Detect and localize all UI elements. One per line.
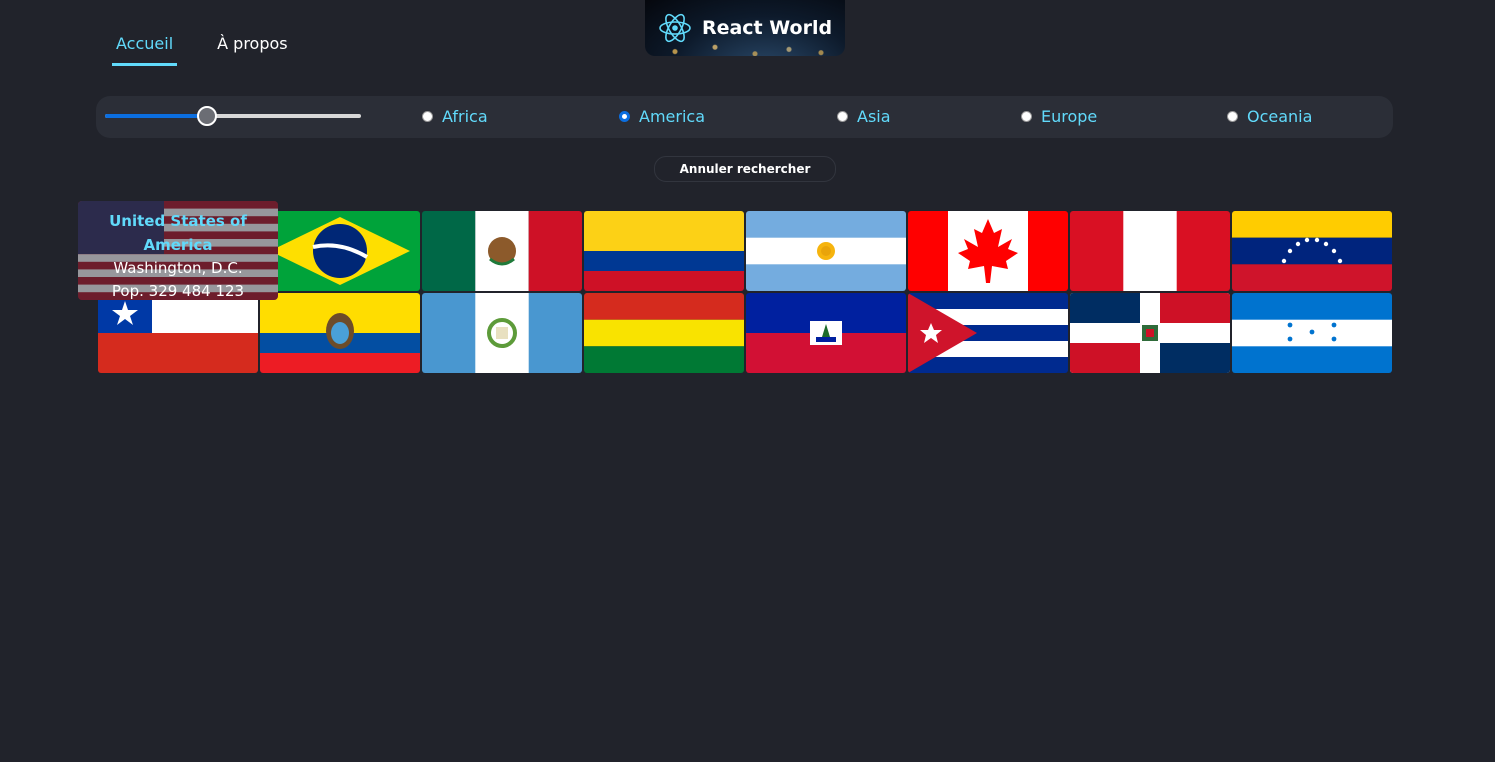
cuba-flag-icon xyxy=(908,293,1068,373)
nav-home-link[interactable]: Accueil xyxy=(112,32,178,66)
logo-title: React World xyxy=(701,17,833,39)
flag-colombia[interactable] xyxy=(584,211,744,291)
nav-about-link[interactable]: À propos xyxy=(213,32,291,66)
region-radio-africa[interactable]: Africa xyxy=(422,107,488,126)
region-label: Africa xyxy=(442,107,488,126)
region-radio-europe[interactable]: Europe xyxy=(1021,107,1097,126)
flag-ecuador[interactable] xyxy=(260,293,420,373)
region-label: America xyxy=(639,107,705,126)
flag-cuba[interactable] xyxy=(908,293,1068,373)
region-radio-asia[interactable]: Asia xyxy=(837,107,891,126)
radio-button[interactable] xyxy=(1021,111,1032,122)
slider-thumb[interactable] xyxy=(197,106,218,126)
react-atom-icon xyxy=(659,13,691,43)
mexico-flag-icon xyxy=(422,211,582,291)
flag-haiti[interactable] xyxy=(746,293,906,373)
flag-venezuela[interactable] xyxy=(1232,211,1392,291)
region-label: Oceania xyxy=(1247,107,1313,126)
flag-bolivia[interactable] xyxy=(584,293,744,373)
argentina-flag-icon xyxy=(746,211,906,291)
cancel-search-button[interactable]: Annuler rechercher xyxy=(654,156,836,182)
app-logo: React World xyxy=(645,0,845,56)
peru-flag-icon xyxy=(1070,211,1230,291)
flag-chile[interactable] xyxy=(98,293,258,373)
haiti-flag-icon xyxy=(746,293,906,373)
flag-canada[interactable] xyxy=(908,211,1068,291)
country-card-usa-hover[interactable]: United States of America Washington, D.C… xyxy=(78,201,278,300)
colombia-flag-icon xyxy=(584,211,744,291)
venezuela-flag-icon xyxy=(1232,211,1392,291)
flag-argentina[interactable] xyxy=(746,211,906,291)
flag-mexico[interactable] xyxy=(422,211,582,291)
slider-fill xyxy=(105,114,208,118)
radio-button[interactable] xyxy=(422,111,433,122)
dominican-republic-flag-icon xyxy=(1070,293,1230,373)
filter-bar: Africa America Asia Europe Oceania xyxy=(96,96,1393,138)
flag-honduras[interactable] xyxy=(1232,293,1392,373)
region-label: Asia xyxy=(857,107,891,126)
region-label: Europe xyxy=(1041,107,1098,126)
main-nav: Accueil À propos xyxy=(112,32,292,66)
count-slider[interactable] xyxy=(105,106,361,126)
radio-button[interactable] xyxy=(1227,111,1238,122)
country-name-line1: United States of xyxy=(109,212,247,230)
radio-button-selected[interactable] xyxy=(619,111,630,122)
flag-dominican-republic[interactable] xyxy=(1070,293,1230,373)
ecuador-flag-icon xyxy=(260,293,420,373)
country-name-line2: America xyxy=(143,236,213,254)
radio-button[interactable] xyxy=(837,111,848,122)
honduras-flag-icon xyxy=(1232,293,1392,373)
country-capital: Washington, D.C. xyxy=(113,259,243,277)
bolivia-flag-icon xyxy=(584,293,744,373)
region-radio-america[interactable]: America xyxy=(619,107,705,126)
flag-guatemala[interactable] xyxy=(422,293,582,373)
guatemala-flag-icon xyxy=(422,293,582,373)
brazil-flag-icon xyxy=(260,211,420,291)
flag-peru[interactable] xyxy=(1070,211,1230,291)
country-population: Pop. 329 484 123 xyxy=(111,282,245,300)
flag-brazil[interactable] xyxy=(260,211,420,291)
canada-flag-icon xyxy=(908,211,1068,291)
tooltip-content: United States of America Washington, D.C… xyxy=(78,201,278,300)
region-radio-oceania[interactable]: Oceania xyxy=(1227,107,1312,126)
chile-flag-icon xyxy=(98,293,258,373)
